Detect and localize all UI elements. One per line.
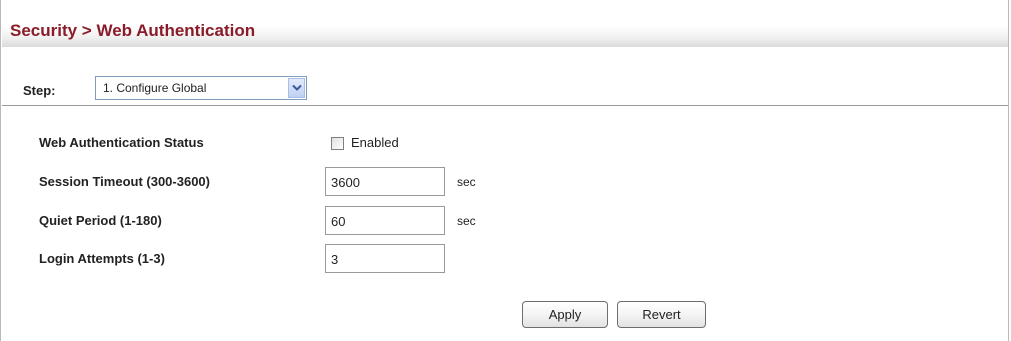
title-bar: Security > Web Authentication — [2, 0, 1008, 47]
step-select-value: 1. Configure Global — [103, 81, 207, 95]
step-select[interactable]: 1. Configure Global — [95, 76, 307, 100]
step-row: Step: 1. Configure Global — [2, 62, 1008, 106]
revert-button[interactable]: Revert — [617, 301, 706, 328]
chevron-down-icon — [292, 84, 302, 91]
quiet-period-input[interactable]: 60 — [325, 206, 445, 235]
session-timeout-unit: sec — [457, 175, 476, 189]
page-title: Security > Web Authentication — [10, 21, 256, 40]
dropdown-button[interactable] — [288, 78, 305, 98]
quiet-period-unit: sec — [457, 214, 476, 228]
login-attempts-label: Login Attempts (1-3) — [39, 251, 165, 266]
page-frame: Security > Web Authentication Step: 1. C… — [0, 0, 1009, 341]
session-timeout-input[interactable]: 3600 — [325, 167, 445, 196]
step-label: Step: — [23, 83, 56, 98]
apply-button[interactable]: Apply — [522, 301, 608, 328]
login-attempts-input[interactable]: 3 — [325, 244, 445, 273]
status-label: Web Authentication Status — [39, 135, 204, 150]
status-checkbox[interactable] — [331, 137, 344, 150]
status-checkbox-label[interactable]: Enabled — [351, 135, 399, 150]
quiet-period-label: Quiet Period (1-180) — [39, 213, 162, 228]
session-timeout-label: Session Timeout (300-3600) — [39, 174, 210, 189]
